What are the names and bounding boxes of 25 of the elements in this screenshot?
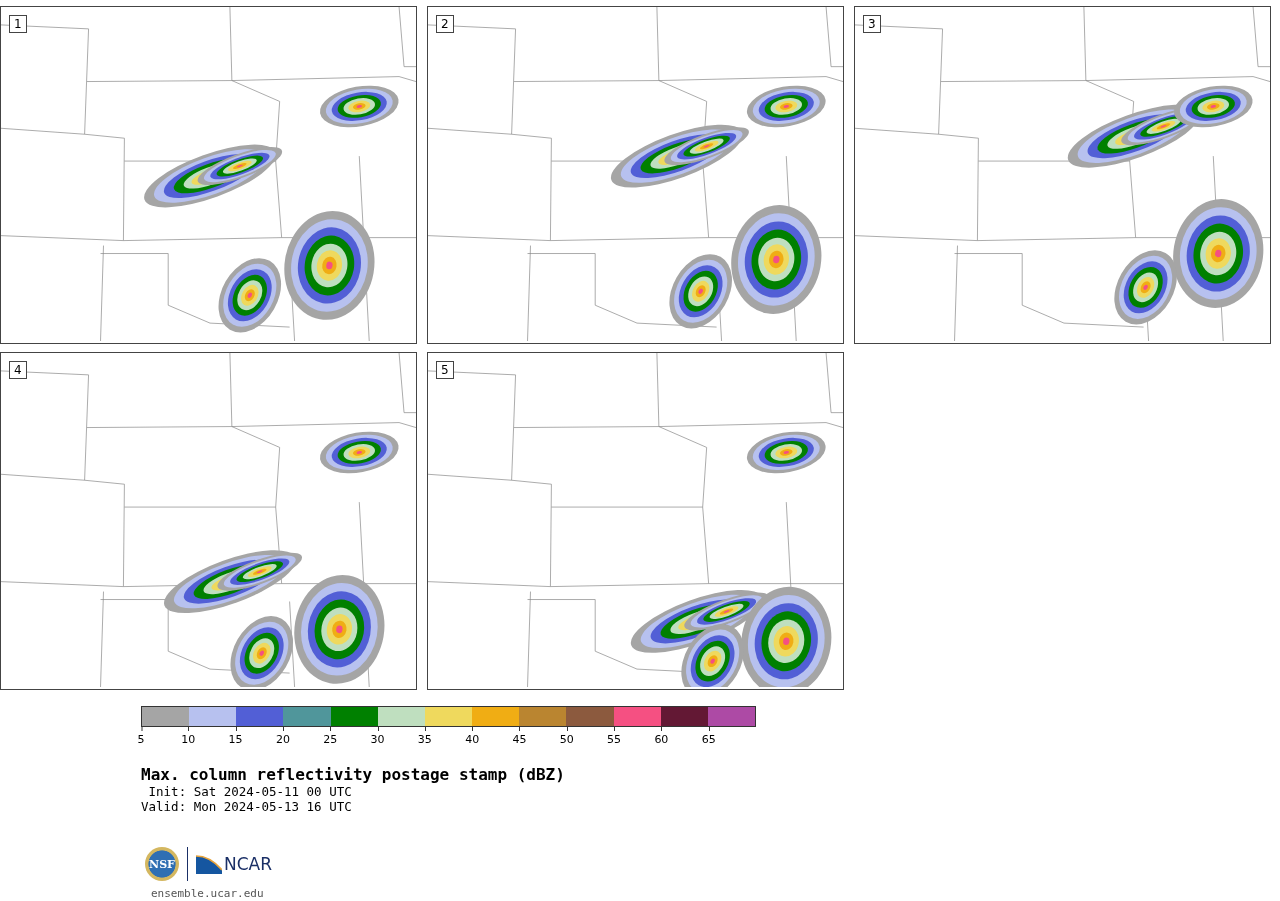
scale-tick-label: 10 — [181, 727, 196, 746]
scale-tick-label: 15 — [228, 727, 243, 746]
scale-tick-label: 25 — [323, 727, 338, 746]
scale-tick-label: 30 — [370, 727, 385, 746]
scale-tick-label: 50 — [559, 727, 574, 746]
scale-tick-label: 45 — [512, 727, 527, 746]
chart-title: Max. column reflectivity postage stamp (dBZ) — [141, 766, 566, 784]
scale-tick-label: 65 — [701, 727, 716, 746]
valid-time: Valid: Mon 2024-05-13 16 UTC — [141, 799, 353, 814]
scale-tick-label: 60 — [654, 727, 669, 746]
swoosh-icon — [196, 854, 222, 874]
panel-number: 1 — [9, 15, 27, 33]
init-time: Init: Sat 2024-05-11 00 UTC — [147, 784, 353, 799]
panel-number: 5 — [436, 361, 454, 379]
website-url: ensemble.ucar.edu — [151, 887, 265, 900]
scale-tick-label: 40 — [465, 727, 480, 746]
scale-tick-label: 5 — [137, 727, 145, 746]
scale-tick-label: 35 — [417, 727, 432, 746]
panel-number: 2 — [436, 15, 454, 33]
scale-tick-label: 20 — [275, 727, 290, 746]
panel-number: 4 — [9, 361, 27, 379]
panel-number: 3 — [863, 15, 881, 33]
nsf-logo: NSF — [145, 847, 179, 881]
ncar-text: NCAR — [224, 854, 273, 874]
scale-tick-label: 55 — [607, 727, 622, 746]
